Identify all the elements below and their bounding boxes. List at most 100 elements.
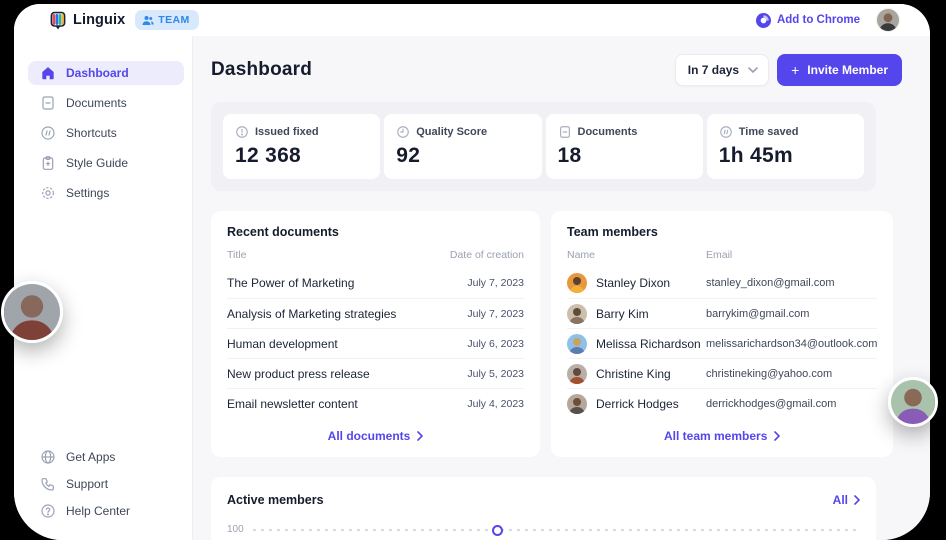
active-members-title: Active members <box>227 493 324 507</box>
period-filter-value: In 7 days <box>688 63 739 77</box>
document-title: The Power of Marketing <box>227 276 467 290</box>
chevron-right-icon <box>854 495 860 505</box>
member-name: Melissa Richardson <box>596 337 701 351</box>
document-title: Human development <box>227 337 467 351</box>
stat-label: Quality Score <box>416 126 487 138</box>
member-email: barrykim@gmail.com <box>706 308 809 320</box>
recent-documents-title: Recent documents <box>227 225 524 239</box>
member-row[interactable]: Stanley Dixon stanley_dixon@gmail.com <box>567 268 877 298</box>
document-icon <box>558 125 572 139</box>
active-members-chart: 100 <box>227 524 860 535</box>
chevron-down-icon <box>748 67 758 73</box>
sidebar-footer: Get Apps Support <box>14 442 192 540</box>
brand-name: Linguix <box>73 12 125 28</box>
topbar: Linguix TEAM <box>14 4 930 36</box>
shortcuts-icon <box>40 125 56 141</box>
chart-gridline <box>253 529 860 531</box>
chevron-right-icon <box>774 431 780 441</box>
sidebar-item-support[interactable]: Support <box>28 472 184 496</box>
add-to-chrome-link[interactable]: Add to Chrome <box>756 13 860 28</box>
chart-point-marker <box>492 525 503 536</box>
stat-card-time-saved: Time saved 1h 45m <box>707 114 864 179</box>
all-documents-label: All documents <box>328 429 411 443</box>
style-guide-icon <box>40 155 56 171</box>
linguix-logo[interactable]: Linguix <box>50 10 125 30</box>
document-row[interactable]: The Power of Marketing July 7, 2023 <box>227 268 524 298</box>
stat-label: Time saved <box>739 126 799 138</box>
member-email: stanley_dixon@gmail.com <box>706 277 835 289</box>
member-name: Christine King <box>596 367 671 381</box>
member-row[interactable]: Barry Kim barrykim@gmail.com <box>567 298 877 328</box>
add-to-chrome-label: Add to Chrome <box>777 14 860 26</box>
member-name: Stanley Dixon <box>596 276 670 290</box>
phone-icon <box>40 476 56 492</box>
recent-documents-header: Title Date of creation <box>227 249 524 268</box>
member-avatar <box>567 364 587 384</box>
document-row[interactable]: Human development July 6, 2023 <box>227 328 524 358</box>
stats-strip: Issued fixed 12 368 Quality Score 92 <box>211 102 876 191</box>
team-members-header: Name Email <box>567 249 877 268</box>
period-filter-dropdown[interactable]: In 7 days <box>675 54 769 86</box>
member-avatar <box>567 334 587 354</box>
active-members-panel: Active members All 100 <box>211 477 876 540</box>
column-email: Email <box>706 249 732 261</box>
document-date: July 7, 2023 <box>467 308 524 320</box>
document-title: Email newsletter content <box>227 397 467 411</box>
member-email: derrickhodges@gmail.com <box>706 398 836 410</box>
member-row[interactable]: Derrick Hodges derrickhodges@gmail.com <box>567 388 877 418</box>
stat-value: 92 <box>396 144 529 168</box>
member-row[interactable]: Christine King christineking@yahoo.com <box>567 358 877 388</box>
all-team-members-link[interactable]: All team members <box>567 429 877 447</box>
sidebar-item-dashboard[interactable]: Dashboard <box>28 61 184 85</box>
question-icon <box>40 503 56 519</box>
active-members-all-link[interactable]: All <box>833 493 860 507</box>
column-date: Date of creation <box>450 249 524 261</box>
team-members-panel: Team members Name Email Stanley Dixon <box>551 211 893 457</box>
all-team-members-label: All team members <box>664 429 767 443</box>
globe-icon <box>40 449 56 465</box>
sidebar-item-label: Support <box>66 477 108 491</box>
sidebar-item-get-apps[interactable]: Get Apps <box>28 445 184 469</box>
stat-card-documents: Documents 18 <box>546 114 703 179</box>
sidebar-item-label: Dashboard <box>66 66 129 80</box>
chrome-icon <box>756 13 771 28</box>
team-badge[interactable]: TEAM <box>135 10 198 30</box>
stat-value: 12 368 <box>235 144 368 168</box>
member-row[interactable]: Melissa Richardson melissarichardson34@o… <box>567 328 877 358</box>
sidebar-item-help-center[interactable]: Help Center <box>28 499 184 523</box>
clock-icon <box>396 125 410 139</box>
chevron-right-icon <box>417 431 423 441</box>
member-avatar <box>567 273 587 293</box>
document-date: July 5, 2023 <box>467 368 524 380</box>
sidebar-item-label: Get Apps <box>66 450 115 464</box>
floating-avatar-left <box>1 281 63 343</box>
alert-circle-icon <box>235 125 249 139</box>
app-window: Linguix TEAM <box>14 4 930 540</box>
sidebar-item-label: Shortcuts <box>66 126 117 140</box>
document-row[interactable]: New product press release July 5, 2023 <box>227 358 524 388</box>
document-row[interactable]: Email newsletter content July 4, 2023 <box>227 388 524 418</box>
stat-card-quality-score: Quality Score 92 <box>384 114 541 179</box>
document-row[interactable]: Analysis of Marketing strategies July 7,… <box>227 298 524 328</box>
floating-avatar-right <box>888 377 938 427</box>
invite-member-button[interactable]: + Invite Member <box>777 54 902 86</box>
team-people-icon <box>142 15 154 26</box>
stat-value: 1h 45m <box>719 144 852 168</box>
document-date: July 4, 2023 <box>467 398 524 410</box>
sidebar-item-style-guide[interactable]: Style Guide <box>28 151 184 175</box>
sidebar-item-documents[interactable]: Documents <box>28 91 184 115</box>
document-title: Analysis of Marketing strategies <box>227 307 467 321</box>
sidebar-item-shortcuts[interactable]: Shortcuts <box>28 121 184 145</box>
all-documents-link[interactable]: All documents <box>227 429 524 447</box>
sidebar-item-label: Help Center <box>66 504 130 518</box>
invite-member-label: Invite Member <box>807 63 888 77</box>
main-content: Dashboard In 7 days + Invite Member <box>193 36 930 540</box>
all-link-label: All <box>833 493 848 507</box>
member-email: christineking@yahoo.com <box>706 368 832 380</box>
member-email: melissarichardson34@outlook.com <box>706 338 877 350</box>
sidebar-item-settings[interactable]: Settings <box>28 181 184 205</box>
user-avatar[interactable] <box>876 8 900 32</box>
sidebar-item-label: Documents <box>66 96 127 110</box>
member-avatar <box>567 394 587 414</box>
document-icon <box>40 95 56 111</box>
